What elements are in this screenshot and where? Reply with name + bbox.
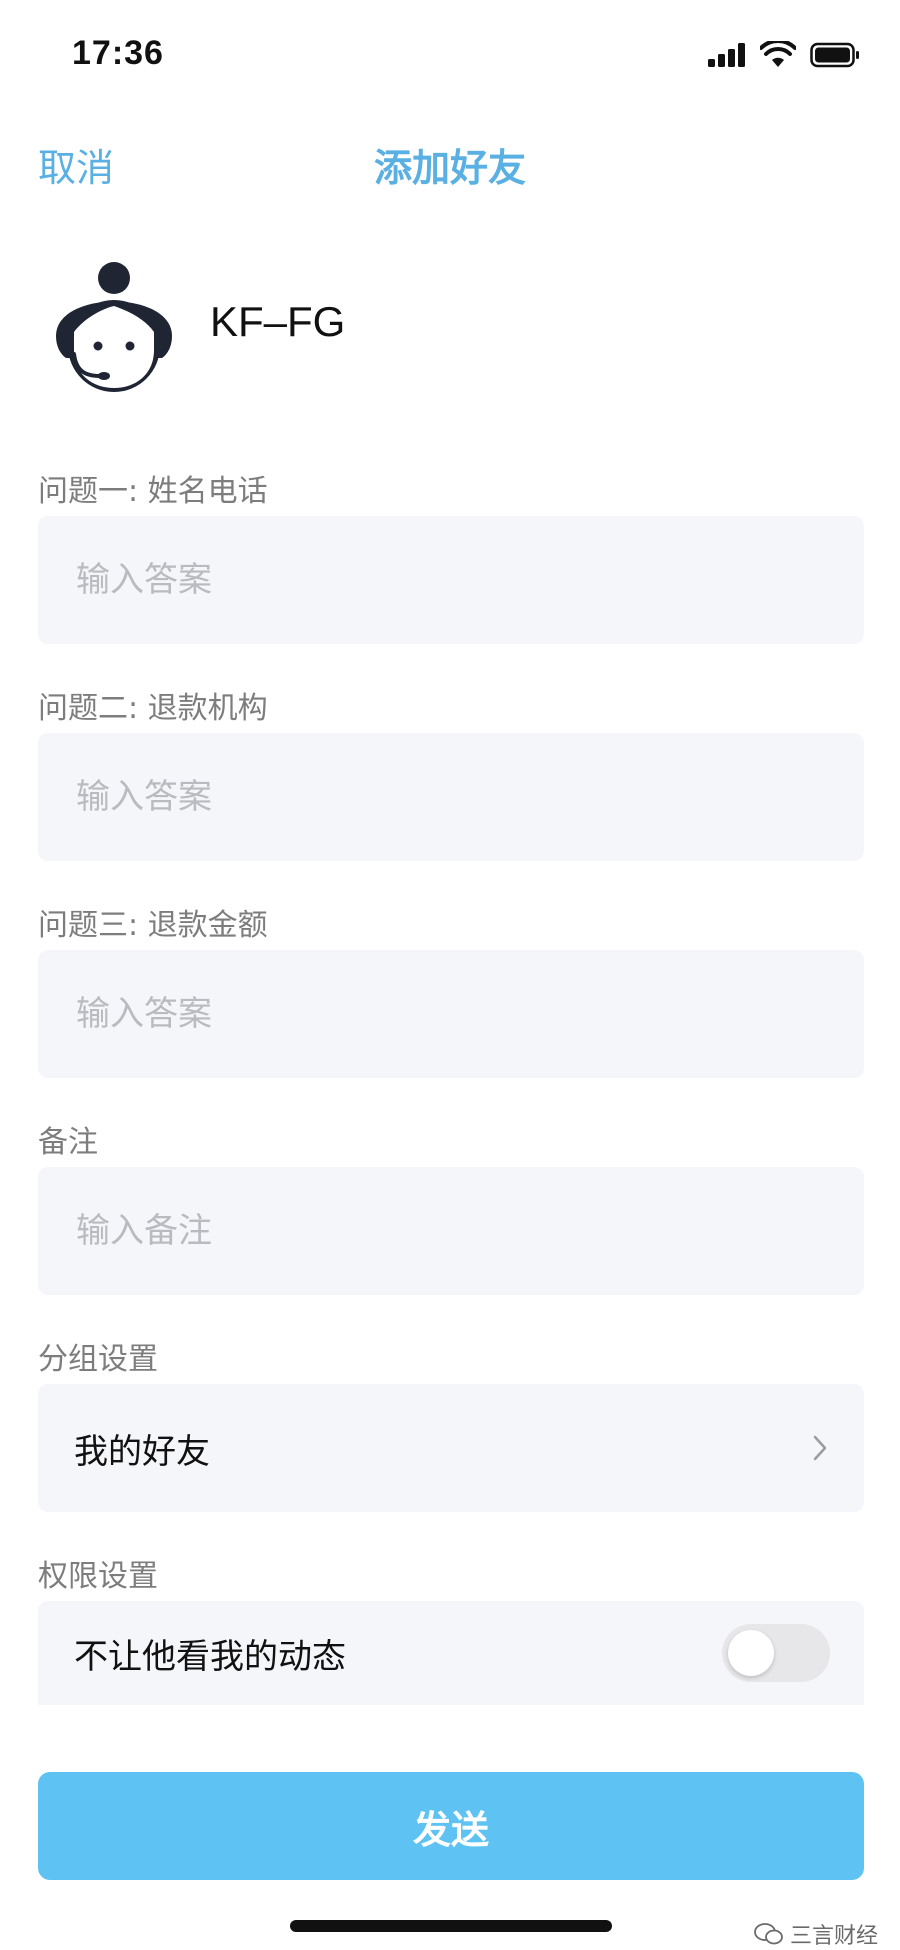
- group-select[interactable]: 我的好友: [38, 1384, 864, 1512]
- question-1-input[interactable]: [74, 559, 864, 601]
- cancel-button[interactable]: 取消: [38, 137, 114, 192]
- battery-icon: [810, 42, 859, 68]
- hide-moments-toggle[interactable]: [722, 1624, 830, 1682]
- question-3-field[interactable]: [38, 950, 864, 1078]
- watermark: 三言财经: [754, 1918, 878, 1950]
- permission-row: 不让他看我的动态: [38, 1601, 864, 1705]
- watermark-text: 三言财经: [789, 1924, 878, 1949]
- question-1-field[interactable]: [38, 516, 864, 644]
- question-3-label: 问题三: 退款金额: [38, 908, 268, 943]
- question-1-label: 问题一: 姓名电话: [38, 474, 268, 509]
- customer-service-avatar-icon: [56, 262, 172, 392]
- remark-label: 备注: [38, 1125, 98, 1160]
- send-button[interactable]: 发送: [38, 1772, 864, 1880]
- page-title: 添加好友: [373, 146, 526, 190]
- status-time: 17:36: [72, 34, 164, 72]
- group-setting-label: 分组设置: [38, 1342, 158, 1377]
- question-2-label: 问题二: 退款机构: [38, 691, 268, 726]
- chevron-right-icon: [813, 1435, 827, 1461]
- remark-field[interactable]: [38, 1167, 864, 1295]
- status-icons: [706, 40, 860, 70]
- wifi-icon: [760, 41, 796, 67]
- wechat-icon: [754, 1923, 783, 1945]
- permission-setting-label: 权限设置: [38, 1559, 158, 1594]
- home-indicator[interactable]: [290, 1920, 612, 1932]
- question-2-field[interactable]: [38, 733, 864, 861]
- signal-icon: [708, 43, 745, 67]
- remark-input[interactable]: [74, 1210, 864, 1252]
- permission-option-label: 不让他看我的动态: [74, 1636, 346, 1677]
- question-2-input[interactable]: [74, 776, 864, 818]
- question-3-input[interactable]: [74, 993, 864, 1035]
- toggle-knob: [728, 1630, 774, 1676]
- group-value: 我的好友: [74, 1431, 210, 1472]
- profile-name: KF–FG: [210, 298, 346, 345]
